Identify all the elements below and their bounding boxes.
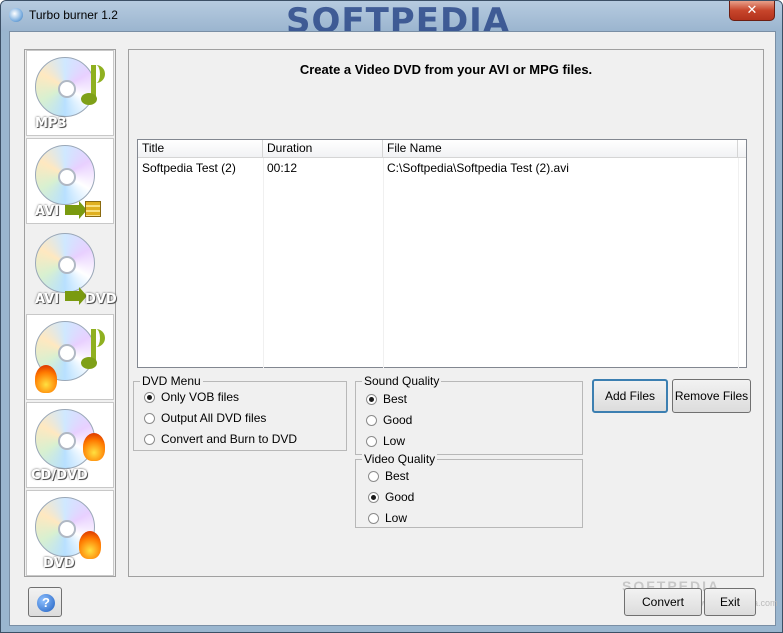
convert-button[interactable]: Convert (624, 588, 702, 616)
sidebar-item-music-burn[interactable] (26, 314, 114, 400)
music-note-icon (81, 65, 105, 109)
file-list[interactable]: Title Duration File Name Softpedia Test … (137, 139, 747, 368)
window-title: Turbo burner 1.2 (29, 8, 118, 22)
cell-file-name: C:\Softpedia\Softpedia Test (2).avi (387, 161, 569, 175)
radio-label: Convert and Burn to DVD (161, 432, 298, 446)
flame-icon (79, 531, 101, 559)
files-stack-icon (85, 201, 101, 217)
arrow-right-icon (65, 287, 87, 305)
disc-avi-to-dvd-icon (35, 233, 95, 293)
radio-dot (368, 491, 379, 503)
main-panel: Create a Video DVD from your AVI or MPG … (128, 49, 764, 577)
sound-quality-group: Sound Quality Best Good Low (355, 374, 583, 455)
radio-label: Low (385, 511, 408, 525)
sidebar-item-avi-dvd[interactable]: AVI DVD (26, 226, 117, 312)
cell-title: Softpedia Test (2) (142, 161, 236, 175)
radio-convert-and-burn[interactable]: Convert and Burn to DVD (144, 432, 297, 446)
radio-label: Good (385, 490, 415, 504)
radio-label: Good (383, 413, 413, 427)
sidebar-item-avi[interactable]: AVI (26, 138, 114, 224)
radio-output-all-dvd[interactable]: Output All DVD files (144, 411, 266, 425)
sound-quality-legend: Sound Quality (362, 374, 442, 388)
sidebar-item-cd-dvd[interactable]: CD/DVD (26, 402, 114, 488)
radio-dot (144, 412, 155, 424)
dvd-menu-group: DVD Menu Only VOB files Output All DVD f… (133, 374, 347, 451)
music-note-icon (81, 329, 105, 373)
app-icon (9, 8, 23, 22)
flame-icon (35, 365, 57, 393)
sidebar-item-label: DVD (43, 556, 75, 571)
radio-label: Best (385, 469, 410, 483)
flame-icon (83, 433, 105, 461)
app-window: Turbo burner 1.2 SOFTPEDIA ✕ MP3 AVI AVI… (0, 0, 783, 633)
sidebar-item-label: AVI (35, 204, 60, 219)
radio-dot (366, 435, 377, 447)
radio-label: Output All DVD files (161, 411, 267, 425)
column-header-title[interactable]: Title (138, 140, 263, 158)
radio-sound-good[interactable]: Good (366, 413, 412, 427)
radio-sound-low[interactable]: Low (366, 434, 405, 448)
dvd-menu-legend: DVD Menu (140, 374, 203, 388)
radio-dot (368, 512, 379, 524)
radio-dot (366, 393, 377, 405)
column-header-duration[interactable]: Duration (263, 140, 383, 158)
sidebar-item-label: CD/DVD (31, 468, 88, 483)
sidebar-item-label: AVI (35, 292, 60, 307)
close-button[interactable]: ✕ (729, 1, 775, 21)
help-button[interactable]: ? (28, 587, 62, 617)
sidebar-item-label: MP3 (35, 116, 67, 131)
radio-dot (366, 414, 377, 426)
client-area: MP3 AVI AVI DVD CD/DVD DVD Create a Vide… (9, 31, 778, 626)
column-header-file-name[interactable]: File Name (383, 140, 738, 158)
remove-files-button[interactable]: Remove Files (672, 379, 751, 413)
video-quality-group: Video Quality Best Good Low (355, 452, 583, 528)
radio-video-good[interactable]: Good (368, 490, 414, 504)
list-header: Title Duration File Name (138, 140, 746, 158)
radio-label: Low (383, 434, 406, 448)
video-quality-legend: Video Quality (362, 452, 438, 466)
disc-avi-icon (35, 145, 95, 205)
radio-label: Only VOB files (161, 390, 240, 404)
arrow-right-icon (65, 201, 87, 219)
radio-dot (368, 470, 379, 482)
add-files-button[interactable]: Add Files (592, 379, 668, 413)
table-row[interactable]: Softpedia Test (2) 00:12 C:\Softpedia\So… (138, 159, 746, 177)
radio-only-vob[interactable]: Only VOB files (144, 390, 239, 404)
page-title: Create a Video DVD from your AVI or MPG … (299, 62, 593, 77)
radio-video-best[interactable]: Best (368, 469, 409, 483)
exit-button[interactable]: Exit (704, 588, 756, 616)
sidebar-item-dvd[interactable]: DVD (26, 490, 114, 576)
mode-sidebar: MP3 AVI AVI DVD CD/DVD DVD (24, 49, 117, 577)
radio-label: Best (383, 392, 408, 406)
radio-sound-best[interactable]: Best (366, 392, 407, 406)
sidebar-item-mp3[interactable]: MP3 (26, 50, 114, 136)
radio-video-low[interactable]: Low (368, 511, 407, 525)
help-icon: ? (37, 594, 55, 612)
radio-dot (144, 433, 155, 445)
cell-duration: 00:12 (267, 161, 298, 175)
sidebar-item-label-2: DVD (85, 292, 117, 307)
radio-dot (144, 391, 155, 403)
title-bar[interactable]: Turbo burner 1.2 SOFTPEDIA ✕ (1, 1, 782, 41)
